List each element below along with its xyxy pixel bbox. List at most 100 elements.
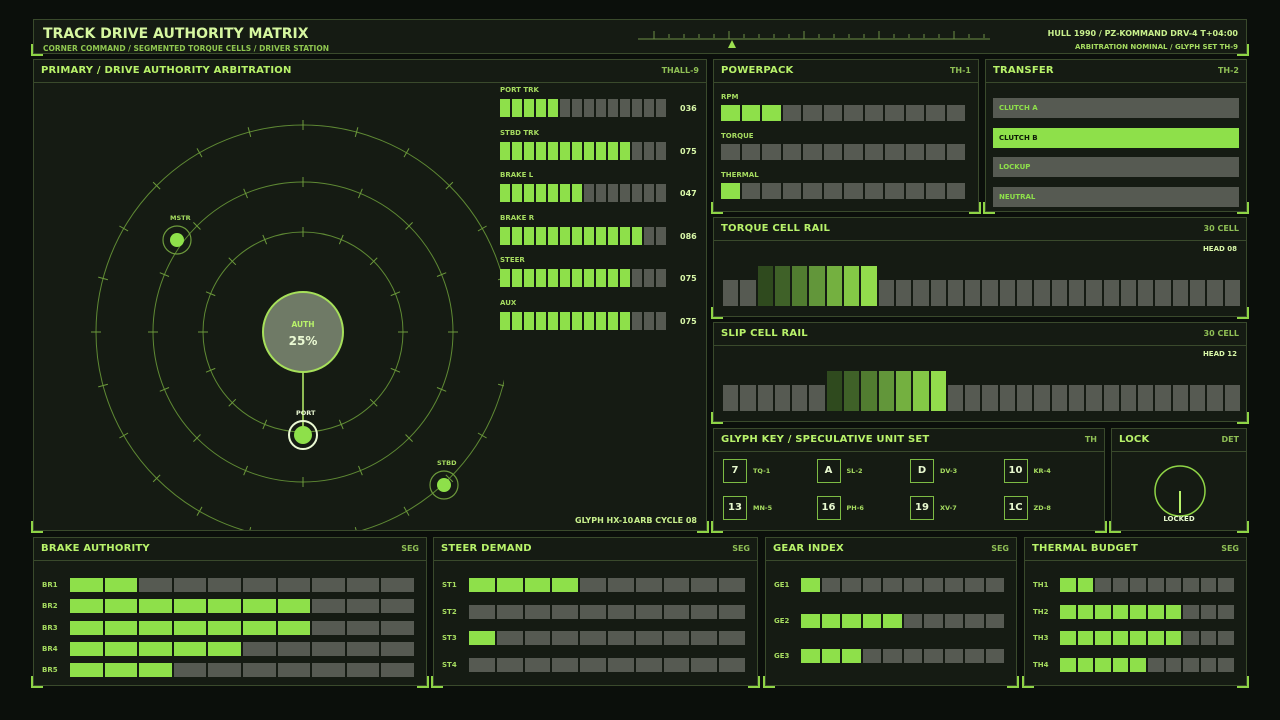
glyph-box[interactable]: 1C (1003, 496, 1028, 520)
segment (663, 578, 690, 592)
segment (803, 144, 822, 160)
segment (512, 99, 522, 117)
glyph-unit-name: DV-3 (940, 467, 958, 475)
rail-cell (723, 385, 739, 411)
primary-tag: THALL-9 (661, 66, 699, 75)
segment (560, 226, 570, 245)
node-mstr-label: MSTR (170, 214, 191, 222)
node-stbd[interactable] (437, 478, 451, 492)
segment (104, 578, 138, 592)
segment (842, 578, 861, 592)
segment (741, 144, 760, 160)
segment (242, 599, 276, 614)
transfer-option-clutch-a[interactable]: CLUTCH A (993, 98, 1239, 118)
segment (741, 105, 760, 121)
slip-rail-head: HEAD 12 (1202, 350, 1237, 358)
segment (607, 578, 634, 592)
segment (608, 312, 618, 330)
segment (524, 604, 551, 619)
segment (883, 578, 902, 592)
rail-cell (844, 266, 860, 306)
bar-value: 086 (680, 231, 697, 241)
transfer-option-neutral[interactable]: NEUTRAL (993, 186, 1239, 207)
segment (883, 649, 902, 663)
segment (500, 269, 510, 288)
rail-cell (947, 280, 964, 306)
segment (842, 649, 861, 663)
segment (635, 631, 662, 645)
scope-tick (403, 148, 410, 158)
segment (635, 657, 662, 672)
glyph-box[interactable]: 7 (723, 459, 747, 483)
glyph-box[interactable]: 10 (1003, 459, 1028, 483)
segment (536, 312, 546, 330)
gear-row-segments (801, 613, 1004, 628)
transfer-panel: TRANSFER TH-2 CLUTCH A CLUTCH B LOCKUP NEUT… (983, 59, 1249, 214)
segment (782, 144, 801, 160)
segment (572, 312, 582, 330)
glyph-box[interactable]: A (816, 459, 841, 483)
segment (548, 141, 558, 160)
transfer-option-clutch-b[interactable]: CLUTCH B (993, 127, 1239, 148)
rail-cell (1224, 280, 1240, 306)
segment (719, 631, 745, 645)
segment (1130, 657, 1146, 672)
segment (862, 613, 881, 628)
brake-row-label: BR1 (42, 581, 58, 589)
rail-cell (999, 385, 1016, 411)
segment (965, 613, 984, 628)
brake-row-segments (70, 641, 414, 656)
glyph-box[interactable]: 19 (910, 496, 934, 520)
thermal-row-label: TH4 (1033, 660, 1049, 669)
segment (346, 599, 380, 614)
segment (584, 184, 594, 203)
segment (580, 578, 606, 592)
segment (632, 184, 642, 203)
segment (903, 613, 922, 628)
segment (500, 141, 510, 160)
segment (608, 226, 618, 245)
segment (762, 144, 781, 160)
scope-tick (205, 291, 216, 297)
glyph-unit-name: SL-2 (846, 467, 863, 475)
rail-cell (982, 385, 998, 411)
segment (1183, 578, 1199, 592)
segment (924, 613, 943, 628)
steer-header: STEER DEMAND SEG (434, 538, 757, 561)
scope-tick (358, 465, 363, 476)
page-subtitle: CORNER COMMAND / SEGMENTED TORQUE CELLS … (43, 44, 329, 53)
segment (644, 141, 654, 160)
segment (691, 657, 718, 672)
segment (500, 99, 510, 117)
segment (801, 649, 820, 663)
segment (1060, 578, 1076, 592)
segment (1147, 631, 1164, 645)
rail-cell (1017, 385, 1033, 411)
segment (608, 184, 618, 203)
scope-tick (159, 272, 170, 277)
rail-cell (965, 385, 981, 411)
segment (719, 657, 745, 672)
segment (208, 620, 241, 635)
glyph-box[interactable]: 16 (816, 496, 841, 520)
glyph-box[interactable]: 13 (723, 496, 747, 520)
rail-cell (1034, 280, 1050, 306)
rail-cell (1138, 385, 1154, 411)
transfer-option-lockup[interactable]: LOCKUP (993, 157, 1239, 177)
steer-row-label: ST2 (442, 607, 457, 616)
steer-panel: STEER DEMAND SEG ST1 ST2 ST3 ST4 (431, 537, 760, 688)
node-mstr[interactable] (170, 233, 184, 247)
segment (139, 578, 172, 592)
segment (346, 578, 380, 592)
segment (70, 578, 103, 592)
segment (656, 99, 666, 117)
slip-rail-tag: 30 CELL (1203, 329, 1239, 338)
bar-value: 036 (680, 104, 697, 113)
segment (719, 604, 745, 619)
segment (1077, 578, 1094, 592)
segment (312, 578, 345, 592)
node-port[interactable] (294, 426, 312, 444)
glyph-box[interactable]: D (910, 459, 934, 483)
rail-cell (1155, 385, 1171, 411)
segment (173, 620, 207, 635)
